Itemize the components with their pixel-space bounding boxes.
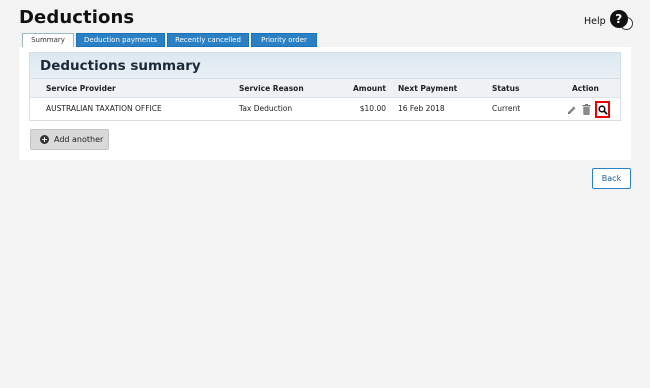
col-status: Status [492, 84, 520, 93]
plus-circle-icon: + [40, 135, 49, 144]
summary-panel: Deductions summary Service Provider Serv… [29, 52, 621, 156]
pencil-icon[interactable] [566, 103, 578, 117]
row-actions [566, 101, 612, 118]
cell-service-provider: AUSTRALIAN TAXATION OFFICE [46, 104, 162, 113]
cell-amount: $10.00 [359, 104, 386, 113]
trash-icon[interactable] [580, 103, 592, 117]
help-label: Help [584, 15, 606, 27]
col-amount: Amount [352, 84, 386, 93]
back-button[interactable]: Back [592, 168, 631, 189]
help-link[interactable]: Help ? [584, 10, 636, 32]
cell-next-payment: 16 Feb 2018 [398, 104, 445, 113]
table-header: Service Provider Service Reason Amount N… [30, 79, 620, 98]
tab-bar: Summary Deduction payments Recently canc… [22, 33, 319, 48]
tab-priority-order[interactable]: Priority order [251, 33, 317, 47]
page-title: Deductions [19, 7, 135, 28]
cell-status: Current [492, 104, 521, 113]
summary-card: Deductions summary Service Provider Serv… [19, 47, 631, 160]
panel-header: Deductions summary [29, 52, 621, 78]
tab-deduction-payments[interactable]: Deduction payments [76, 33, 165, 47]
magnifier-icon[interactable] [595, 101, 610, 118]
cell-service-reason: Tax Deduction [239, 104, 293, 113]
col-action: Action [572, 84, 599, 93]
help-icon[interactable]: ? [609, 10, 636, 32]
help-question-glyph: ? [609, 10, 628, 28]
deductions-table: Service Provider Service Reason Amount N… [29, 78, 621, 121]
add-another-label: Add another [54, 135, 104, 144]
tab-summary[interactable]: Summary [22, 33, 74, 48]
tab-recently-cancelled[interactable]: Recently cancelled [167, 33, 249, 47]
add-another-button[interactable]: + Add another [30, 129, 109, 150]
col-service-reason: Service Reason [239, 84, 304, 93]
col-next-payment: Next Payment [398, 84, 458, 93]
panel-title: Deductions summary [40, 58, 201, 74]
col-service-provider: Service Provider [46, 84, 116, 93]
table-row: AUSTRALIAN TAXATION OFFICE Tax Deduction… [30, 98, 620, 120]
